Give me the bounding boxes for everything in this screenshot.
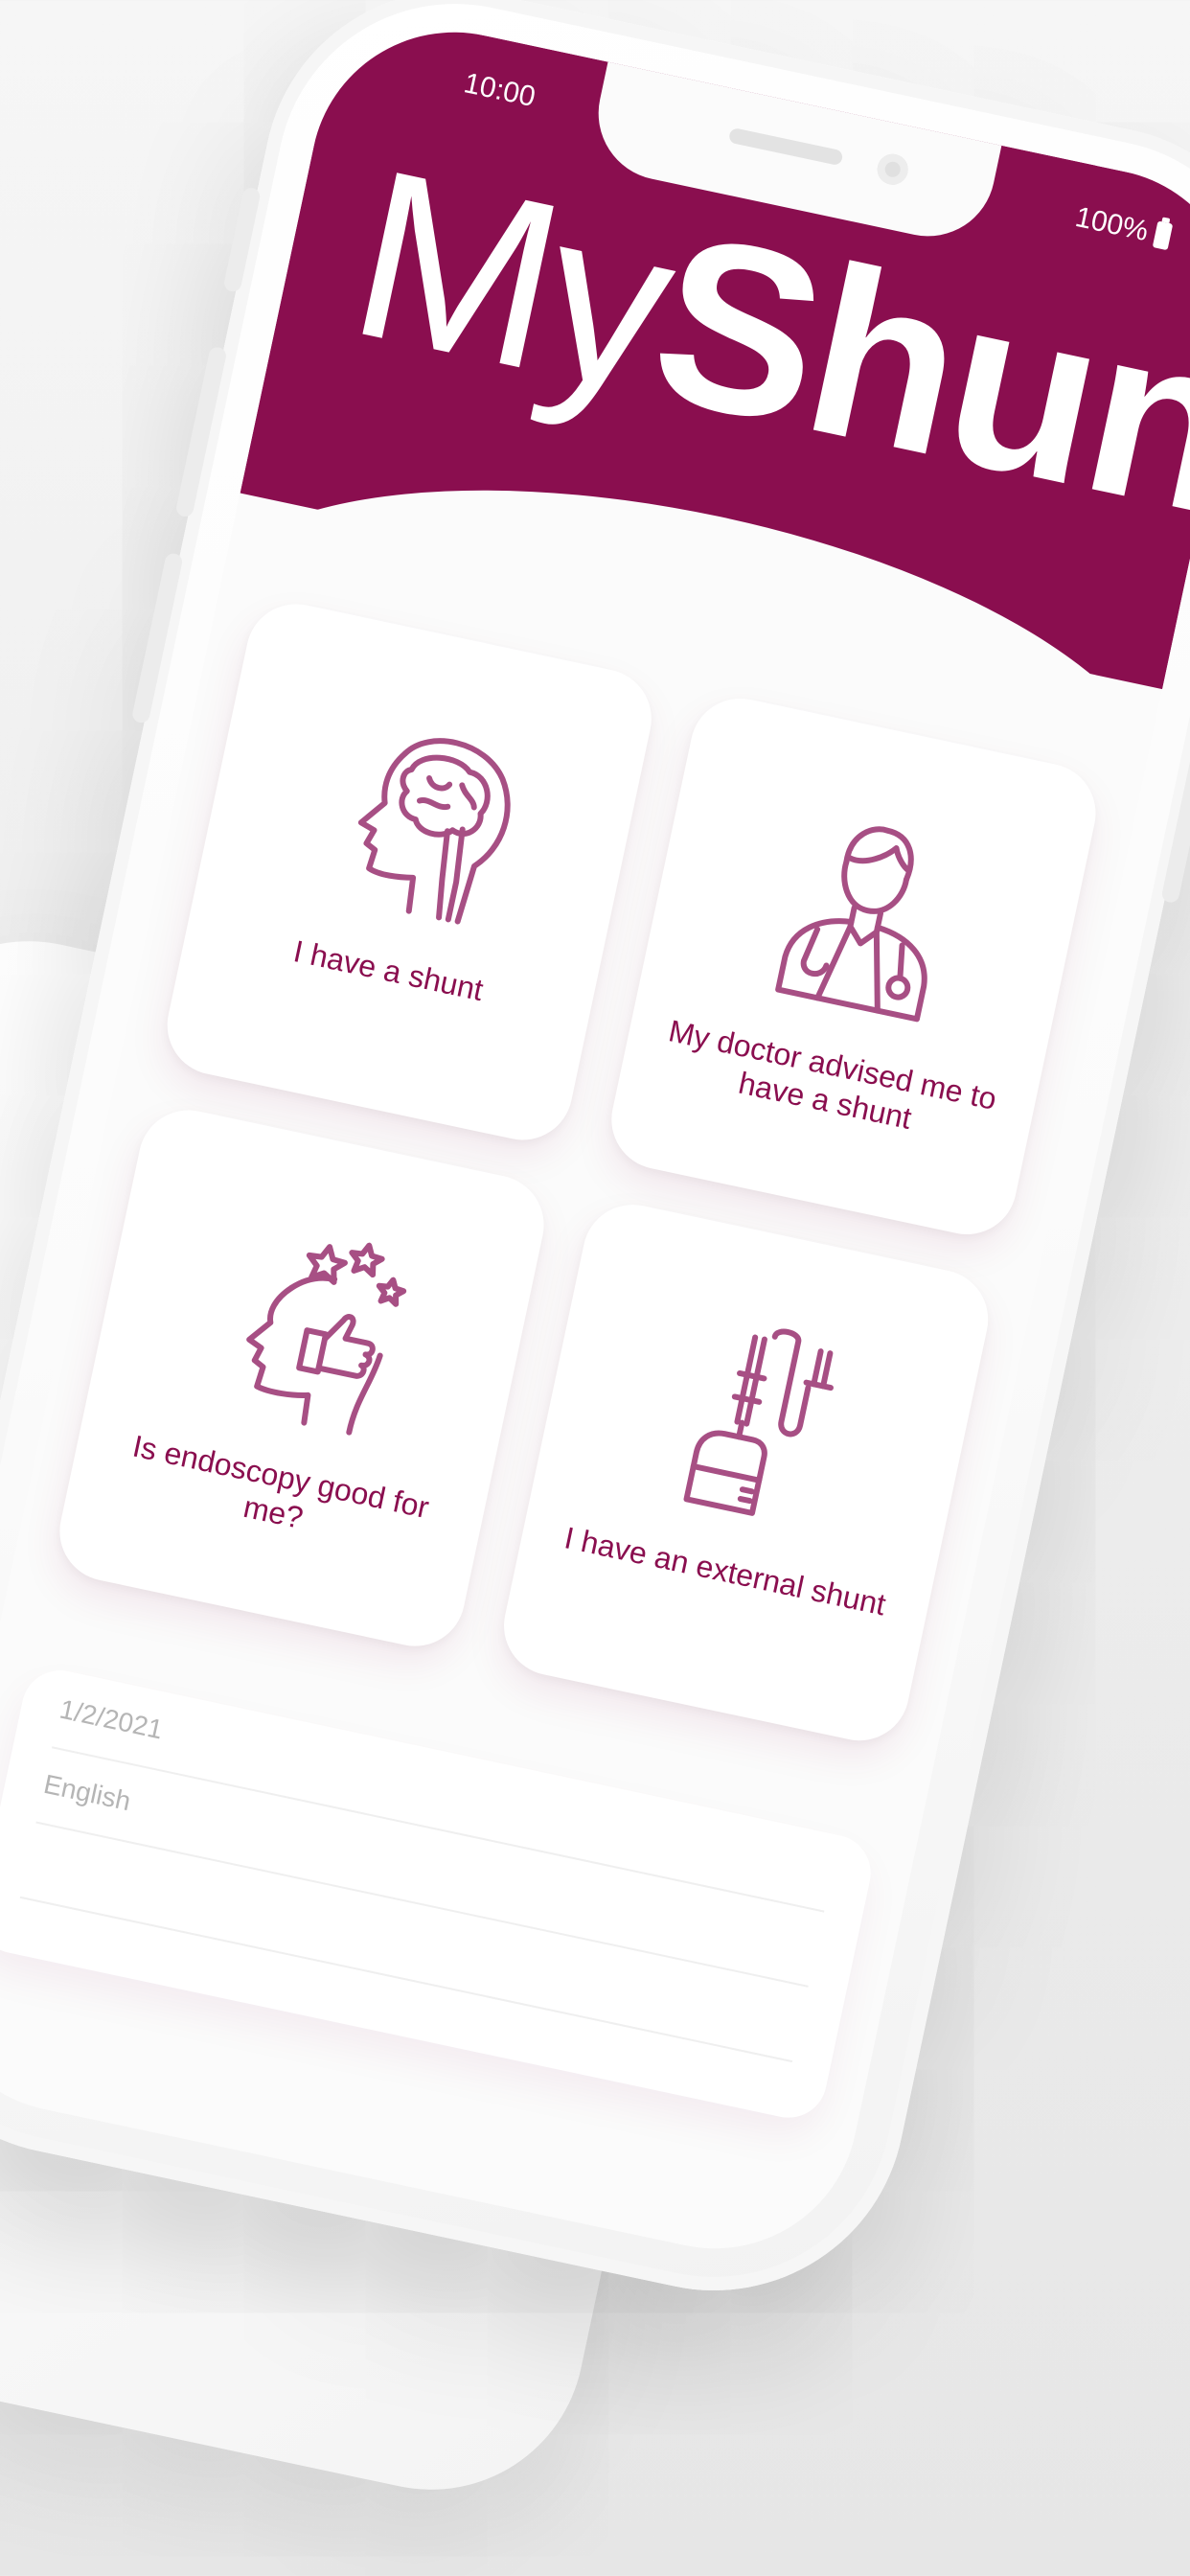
app-screen: 10:00 100% MyShunt I have a shunt My doc…: [0, 5, 1190, 2276]
card-label: I have an external shunt: [561, 1520, 889, 1622]
list-item-text: English: [40, 1768, 134, 1817]
speaker-grille: [727, 126, 844, 167]
status-time: 10:00: [461, 67, 538, 114]
mute-switch: [222, 186, 262, 293]
card-label: My doctor advised me to have a shunt: [665, 1013, 1000, 1137]
card-label: Is endoscopy good for me?: [129, 1428, 432, 1536]
power-button: [1160, 656, 1190, 905]
front-camera: [874, 150, 911, 188]
status-battery: 100%: [1072, 201, 1174, 253]
battery-icon: [1152, 220, 1174, 251]
head-thumbs-up-icon: [246, 1242, 407, 1436]
history-list: 1/2/2021 English: [0, 1663, 879, 2126]
scene: 10:00 100% MyShunt I have a shunt My doc…: [0, 0, 1190, 2576]
card-have-shunt[interactable]: I have a shunt: [157, 594, 661, 1150]
card-doctor-advised[interactable]: My doctor advised me to have a shunt: [602, 689, 1106, 1244]
drainage-bag-icon: [683, 1328, 834, 1516]
volume-down-button: [130, 551, 184, 724]
phone-frame: 10:00 100% MyShunt I have a shunt My doc…: [0, 0, 1190, 2327]
card-external-shunt[interactable]: I have an external shunt: [494, 1195, 997, 1750]
list-item-text: 1/2/2021: [57, 1693, 166, 1745]
card-label: I have a shunt: [290, 933, 487, 1008]
volume-up-button: [174, 345, 228, 518]
battery-percent: 100%: [1072, 200, 1152, 248]
brain-head-icon: [357, 738, 511, 925]
card-endoscopy[interactable]: Is endoscopy good for me?: [50, 1100, 554, 1656]
doctor-icon: [775, 826, 927, 1023]
